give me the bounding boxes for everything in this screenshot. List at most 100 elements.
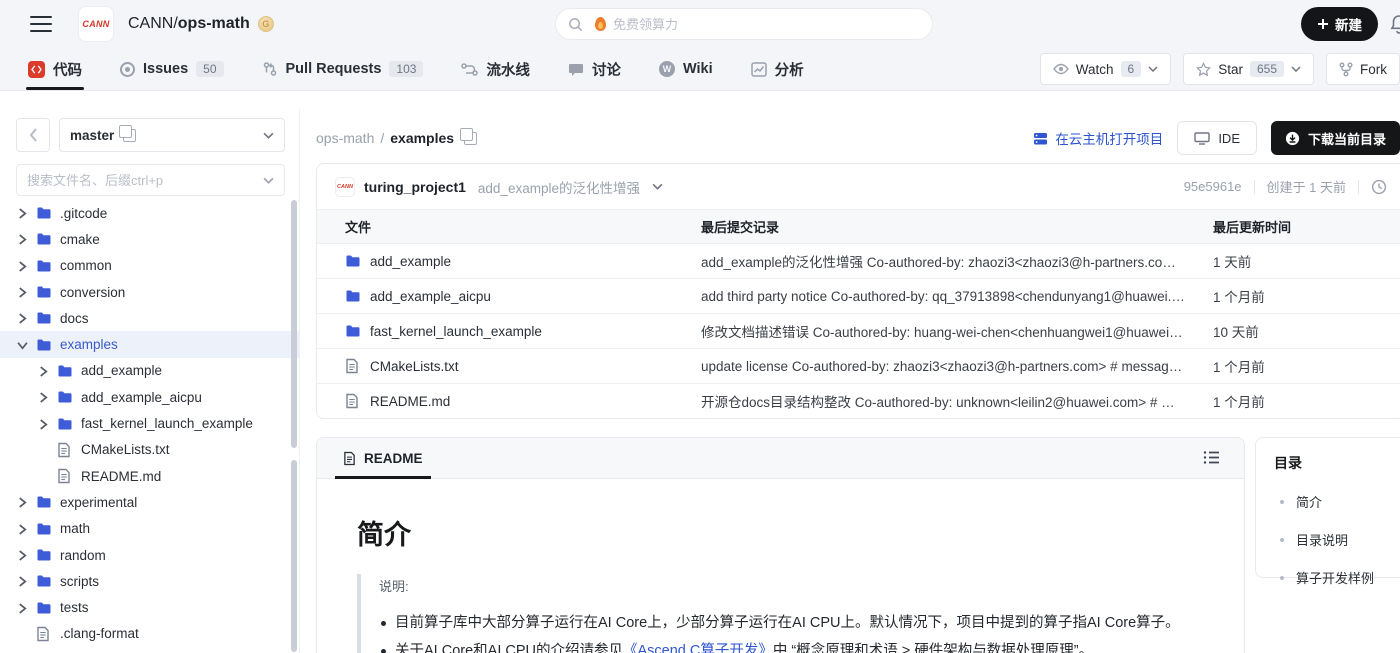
copy-path-icon[interactable] [460, 127, 478, 145]
tree-item[interactable]: docs [0, 305, 300, 331]
repo-owner[interactable]: CANN/ [128, 15, 178, 33]
tab-pipeline[interactable]: 流水线 [461, 48, 530, 90]
chevron-icon[interactable] [18, 576, 28, 587]
file-name[interactable]: README.md [370, 394, 450, 409]
commit-message[interactable]: add_example的泛化性增强 [478, 177, 640, 197]
file-search[interactable] [16, 164, 285, 196]
file-name[interactable]: fast_kernel_launch_example [370, 324, 542, 339]
copy-icon[interactable] [119, 124, 137, 142]
repo-name[interactable]: ops-math [178, 15, 250, 33]
tab-analytics[interactable]: 分析 [750, 48, 804, 90]
tree-item[interactable]: README.md [0, 463, 300, 489]
tree-item-label: tests [60, 600, 89, 616]
chevron-icon[interactable] [18, 524, 28, 535]
tree-item-label: cmake [60, 231, 100, 247]
table-row[interactable]: CMakeLists.txt update license Co-authore… [317, 348, 1400, 383]
tree-item[interactable]: conversion [0, 279, 300, 305]
avatar: CANN [335, 176, 355, 197]
tree-item[interactable]: tests [0, 594, 300, 620]
watch-button[interactable]: Watch 6 [1039, 53, 1172, 85]
tree-item[interactable]: cmake [0, 226, 300, 252]
readme-heading: 简介 [357, 520, 411, 550]
file-name[interactable]: CMakeLists.txt [370, 359, 459, 374]
tree-item[interactable]: common [0, 253, 300, 279]
chevron-icon[interactable] [18, 287, 28, 298]
commit-message-cell[interactable]: add_example的泛化性增强 Co-authored-by: zhaozi… [701, 251, 1213, 271]
global-search[interactable] [555, 8, 933, 40]
toc-toggle-icon[interactable] [1203, 450, 1220, 465]
app-logo[interactable]: CANN [78, 6, 114, 42]
tab-code[interactable]: 代码 [26, 48, 84, 90]
tree-item[interactable]: fast_kernel_launch_example [0, 410, 300, 436]
tab-issues[interactable]: Issues 50 [120, 48, 224, 90]
chevron-icon[interactable] [39, 366, 49, 377]
toc-item[interactable]: 简介 [1274, 492, 1400, 511]
commit-message-cell[interactable]: add third party notice Co-authored-by: q… [701, 289, 1213, 304]
repo-title: CANN/ops-math G [128, 15, 274, 33]
readme-card: README 简介 说明: 目前算子库中大部分算子运行在AI Core上，少部分… [316, 437, 1245, 653]
chevron-icon[interactable] [39, 392, 49, 403]
toc-item[interactable]: 算子开发样例 [1274, 568, 1400, 587]
table-row[interactable]: add_example add_example的泛化性增强 Co-authore… [317, 243, 1400, 278]
tab-discussions[interactable]: 讨论 [568, 48, 621, 90]
tree-item-label: .clang-format [60, 626, 139, 642]
branch-selector[interactable]: master [59, 118, 285, 152]
folder-icon [36, 547, 52, 563]
history-clock-icon[interactable] [1371, 179, 1387, 195]
tab-wiki[interactable]: W Wiki [658, 48, 713, 90]
chevron-down-icon[interactable] [652, 183, 663, 190]
chevron-icon[interactable] [18, 313, 28, 324]
toc-item[interactable]: 目录说明 [1274, 530, 1400, 549]
tree-item[interactable]: experimental [0, 489, 300, 515]
code-icon [28, 60, 45, 78]
commit-message-cell[interactable]: 开源仓docs目录结构整改 Co-authored-by: unknown<le… [701, 391, 1213, 411]
commit-message-cell[interactable]: 修改文档描述错误 Co-authored-by: huang-wei-chen<… [701, 321, 1213, 341]
tree-item[interactable]: CMakeLists.txt [0, 437, 300, 463]
tree-item[interactable]: .clang-format [0, 621, 300, 647]
tree-item-label: random [60, 547, 106, 563]
back-button[interactable] [16, 118, 50, 152]
chevron-icon[interactable] [17, 340, 28, 350]
tree-item[interactable]: scripts [0, 568, 300, 594]
star-button[interactable]: Star 655 [1183, 53, 1314, 85]
tree-item-label: scripts [60, 573, 100, 589]
tree-item[interactable]: random [0, 542, 300, 568]
fork-button[interactable]: Fork [1326, 53, 1400, 85]
chevron-icon[interactable] [18, 550, 28, 561]
chevron-icon[interactable] [39, 418, 49, 430]
tree-item[interactable]: add_example [0, 358, 300, 384]
tree-item[interactable]: add_example_aicpu [0, 384, 300, 410]
tab-readme[interactable]: README [335, 438, 430, 479]
file-name[interactable]: add_example_aicpu [370, 289, 491, 304]
commit-message-cell[interactable]: update license Co-authored-by: zhaozi3<z… [701, 359, 1213, 374]
tree-item[interactable]: .gitcode [0, 200, 300, 226]
tree-item[interactable]: math [0, 516, 300, 542]
monitor-icon [1194, 131, 1211, 145]
download-directory-button[interactable]: 下载当前目录 [1270, 121, 1400, 155]
table-row[interactable]: add_example_aicpu add third party notice… [317, 278, 1400, 313]
commit-hash[interactable]: 95e5961e [1184, 179, 1242, 194]
chevron-icon[interactable] [18, 208, 28, 219]
tree-scrollbar[interactable] [291, 200, 297, 653]
global-search-input[interactable] [613, 16, 920, 32]
file-name[interactable]: add_example [370, 254, 451, 269]
open-in-cloud-link[interactable]: 在云主机打开项目 [1033, 128, 1163, 148]
table-row[interactable]: fast_kernel_launch_example 修改文档描述错误 Co-a… [317, 313, 1400, 348]
chevron-icon[interactable] [18, 234, 28, 246]
tree-item[interactable]: examples [0, 331, 300, 358]
tab-pull-requests[interactable]: Pull Requests 103 [262, 48, 424, 90]
chevron-icon[interactable] [18, 603, 28, 614]
new-button[interactable]: 新建 [1301, 7, 1378, 41]
bell-icon[interactable] [1390, 14, 1400, 34]
ide-button[interactable]: IDE [1177, 121, 1257, 155]
file-tree: .gitcode cmake common conversion docs ex… [0, 200, 300, 653]
chevron-icon[interactable] [18, 497, 28, 508]
table-row[interactable]: README.md 开源仓docs目录结构整改 Co-authored-by: … [317, 383, 1400, 418]
chevron-icon[interactable] [18, 261, 28, 272]
commit-author[interactable]: turing_project1 [364, 179, 466, 195]
breadcrumb-parent[interactable]: ops-math [316, 130, 374, 146]
folder-icon [36, 573, 52, 589]
file-search-input[interactable] [27, 172, 263, 188]
hamburger-menu-icon[interactable] [30, 16, 52, 32]
ascend-c-doc-link[interactable]: 《Ascend C算子开发》 [623, 643, 773, 653]
